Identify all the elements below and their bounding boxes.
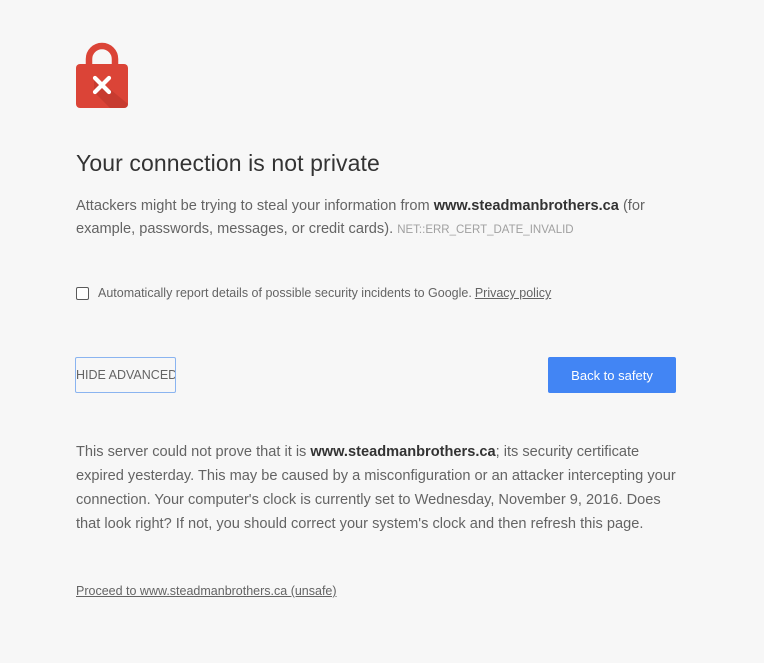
intro-domain: www.steadmanbrothers.ca [433, 198, 619, 214]
proceed-unsafe-link[interactable]: Proceed to www.steadmanbrothers.ca (unsa… [76, 584, 337, 598]
back-to-safety-button[interactable]: Back to safety [548, 357, 676, 393]
lock-error-icon [76, 42, 128, 108]
details-paragraph: This server could not prove that it is w… [76, 440, 681, 536]
hide-advanced-button[interactable]: HIDE ADVANCED [75, 357, 176, 393]
error-code: NET::ERR_CERT_DATE_INVALID [397, 224, 574, 236]
details-domain: www.steadmanbrothers.ca [310, 444, 496, 460]
details-text: This server could not prove that it is [76, 444, 311, 460]
report-checkbox[interactable] [76, 286, 89, 300]
privacy-policy-link[interactable]: Privacy policy [475, 286, 551, 300]
report-row: Automatically report details of possible… [76, 284, 551, 302]
intro-text: Attackers might be trying to steal your … [76, 198, 434, 214]
page-title: Your connection is not private [76, 150, 380, 176]
report-label: Automatically report details of possible… [98, 286, 472, 300]
intro-paragraph: Attackers might be trying to steal your … [76, 195, 681, 242]
